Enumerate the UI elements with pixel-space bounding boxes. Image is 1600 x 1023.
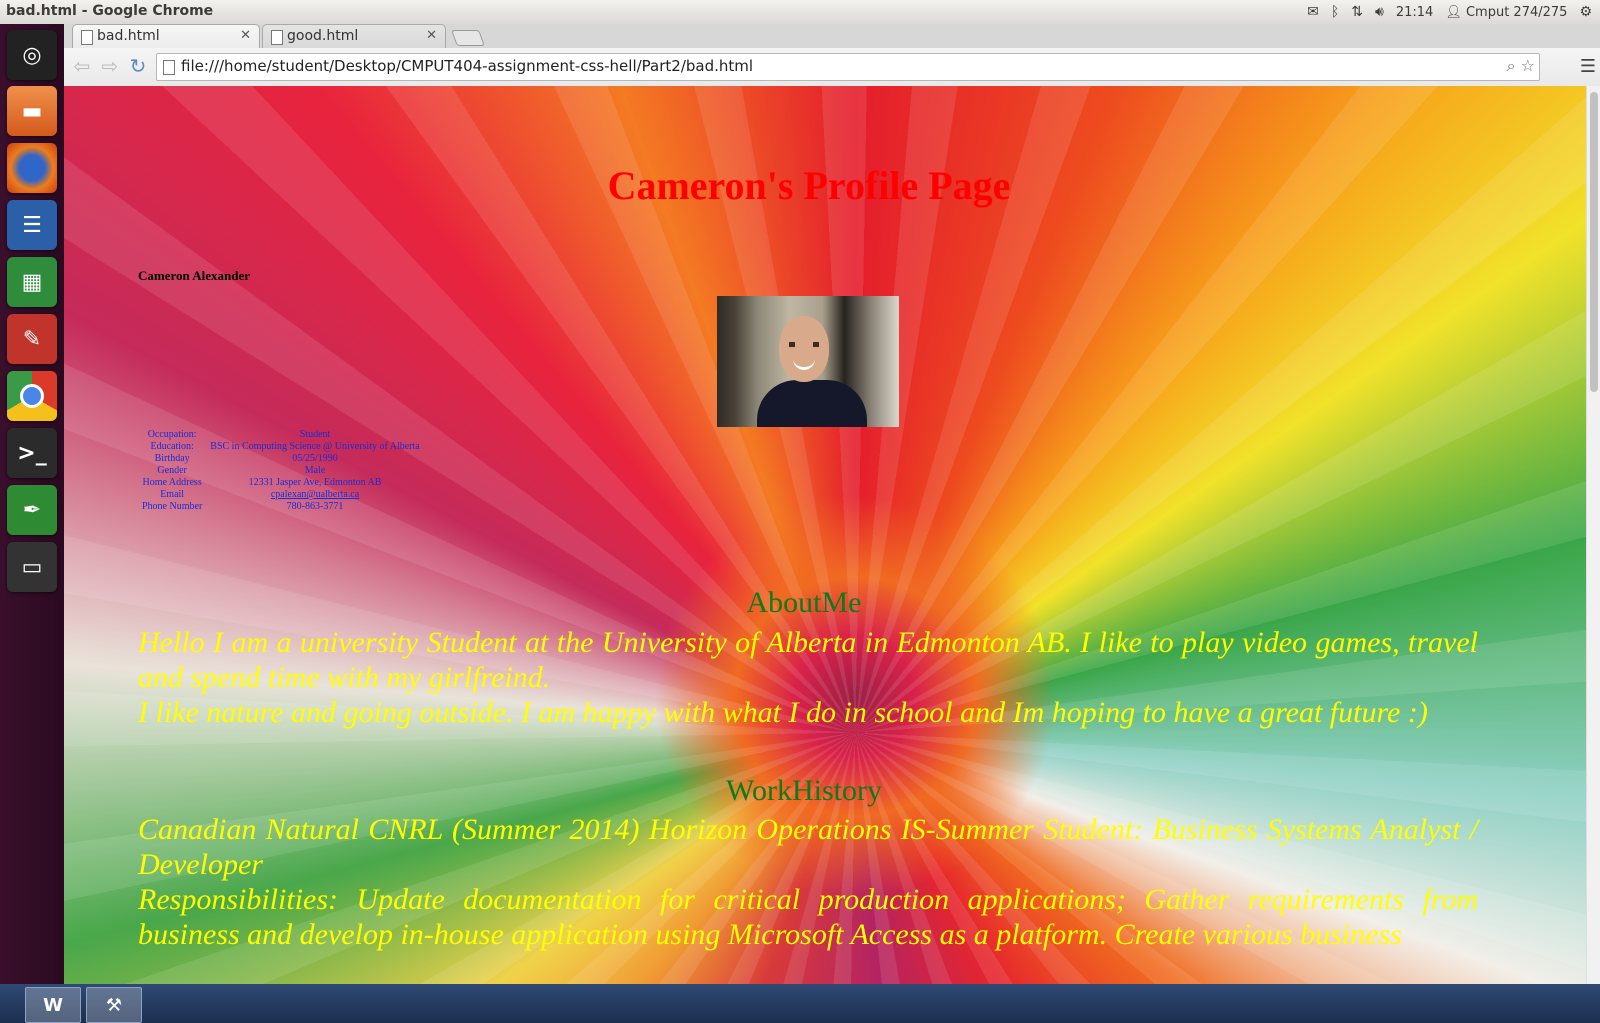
- table-row: Education: BSC in Computing Science @ Uni…: [138, 441, 424, 453]
- app-window-icon[interactable]: ⚒: [86, 987, 142, 1023]
- table-row: Email cpalexan@ualberta.ca: [138, 489, 424, 501]
- mail-icon[interactable]: ✉: [1307, 4, 1319, 20]
- email-link[interactable]: cpalexan@ualberta.ca: [271, 489, 359, 500]
- table-row: Phone Number 780-863-3771: [138, 501, 424, 513]
- chrome-icon[interactable]: [7, 371, 57, 421]
- forward-arrow-icon[interactable]: ⇨: [98, 54, 122, 78]
- scrollbar-thumb[interactable]: [1590, 92, 1598, 392]
- info-label: Email: [160, 489, 185, 500]
- tab-bad-html[interactable]: bad.html ✕: [72, 24, 260, 49]
- reload-icon[interactable]: ↻: [126, 54, 150, 78]
- close-icon[interactable]: ✕: [240, 28, 251, 43]
- info-value: 780-863-3771: [286, 501, 344, 512]
- back-arrow-icon[interactable]: ⇦: [70, 54, 94, 78]
- volume-icon[interactable]: 🔊︎: [1375, 4, 1384, 20]
- search-icon[interactable]: ⌕: [1507, 56, 1516, 75]
- vertical-scrollbar[interactable]: [1586, 86, 1600, 984]
- page-icon: [271, 30, 283, 45]
- info-label: Occupation:: [147, 429, 197, 440]
- tab-label: bad.html: [97, 28, 160, 44]
- page-icon: [163, 60, 175, 75]
- work-paragraph: Responsibilities: Update documentation f…: [138, 883, 1478, 951]
- calc-spreadsheet-icon[interactable]: ▦: [7, 257, 57, 307]
- address-bar[interactable]: file:///home/student/Desktop/CMPUT404-as…: [156, 53, 1540, 81]
- profile-name: Cameron Alexander: [138, 268, 251, 283]
- url-text[interactable]: file:///home/student/Desktop/CMPUT404-as…: [181, 57, 753, 75]
- about-heading: AboutMe: [746, 586, 862, 619]
- info-label: Phone Number: [142, 501, 203, 512]
- work-history-text: Canadian Natural CNRL (Summer 2014) Hori…: [138, 812, 1478, 952]
- user-icon: 👤︎: [1445, 4, 1462, 20]
- firefox-icon[interactable]: [7, 143, 57, 193]
- work-paragraph: Canadian Natural CNRL (Summer 2014) Hori…: [138, 813, 1478, 881]
- browser-toolbar: ⇦ ⇨ ↻ file:///home/student/Desktop/CMPUT…: [64, 48, 1600, 87]
- close-icon[interactable]: ✕: [426, 28, 437, 43]
- system-settings-icon[interactable]: ✎: [7, 314, 57, 364]
- window-title: bad.html - Google Chrome: [6, 3, 214, 19]
- system-tray: ✉ ᛒ ⇅ 🔊︎ 21:14 👤︎ Cmput 274/275 ⚙: [1307, 0, 1592, 24]
- user-menu[interactable]: 👤︎ Cmput 274/275: [1445, 5, 1567, 20]
- about-paragraph: I like nature and going outside. I am ha…: [138, 696, 1428, 729]
- bookmark-star-icon[interactable]: ☆: [1521, 56, 1535, 75]
- taskbar: W ⚒: [0, 984, 1600, 1023]
- table-row: Home Address 12331 Jasper Ave, Edmonton A…: [138, 477, 424, 489]
- table-row: Birthday 05/25/1990: [138, 453, 424, 465]
- new-tab-button[interactable]: [451, 30, 485, 46]
- network-icon[interactable]: ⇅: [1351, 4, 1363, 20]
- terminal-icon[interactable]: >_: [7, 428, 57, 478]
- profile-info-table: Occupation: Student Education: BSC in Comp…: [138, 429, 424, 513]
- photo-shirt: [757, 380, 867, 427]
- top-panel: bad.html - Google Chrome ✉ ᛒ ⇅ 🔊︎ 21:14 …: [0, 0, 1600, 25]
- tab-strip: bad.html ✕ good.html ✕: [64, 24, 1600, 49]
- dash-home-icon[interactable]: ◎: [7, 30, 57, 80]
- about-text: Hello I am a university Student at the U…: [138, 625, 1478, 730]
- page-icon: [81, 30, 93, 45]
- info-value: Male: [304, 465, 326, 476]
- omnibox-icons: ⌕ ☆: [1507, 56, 1535, 76]
- chrome-window: bad.html ✕ good.html ✕ ⇦ ⇨ ↻ file:///hom…: [64, 24, 1600, 984]
- settings-gear-icon[interactable]: ⚙: [1579, 4, 1592, 20]
- info-label: Gender: [157, 465, 187, 476]
- info-label: Birthday: [154, 453, 190, 464]
- table-row: Occupation: Student: [138, 429, 424, 441]
- work-history-heading: WorkHistory: [726, 774, 882, 807]
- info-label: Home Address: [142, 477, 202, 488]
- table-row: Gender Male: [138, 465, 424, 477]
- profile-photo: [717, 296, 899, 427]
- files-folder-icon[interactable]: ▬: [7, 86, 57, 136]
- info-value: BSC in Computing Science @ University of…: [210, 441, 420, 452]
- tab-label: good.html: [287, 28, 359, 44]
- info-label: Education:: [150, 441, 194, 452]
- info-value: 05/25/1990: [292, 453, 338, 464]
- workspace-switcher-icon[interactable]: ▭: [7, 542, 57, 592]
- page-viewport: Cameron's Profile Page Cameron Alexander…: [64, 86, 1586, 984]
- page-title: Cameron's Profile Page: [607, 163, 1011, 208]
- chrome-menu-icon[interactable]: ☰: [1580, 56, 1596, 77]
- word-document-icon[interactable]: W: [25, 987, 81, 1023]
- writer-document-icon[interactable]: ☰: [7, 200, 57, 250]
- inkscape-feather-icon[interactable]: ✒: [7, 485, 57, 535]
- user-name: Cmput 274/275: [1465, 4, 1568, 20]
- info-value: 12331 Jasper Ave, Edmonton AB: [248, 477, 382, 488]
- about-paragraph: Hello I am a university Student at the U…: [138, 626, 1478, 694]
- launcher: ◎ ▬ ☰ ▦ ✎ >_ ✒ ▭: [0, 24, 64, 984]
- bluetooth-icon[interactable]: ᛒ: [1331, 4, 1339, 20]
- photo-face: [779, 316, 829, 382]
- tab-good-html[interactable]: good.html ✕: [262, 24, 446, 49]
- info-value: Student: [299, 429, 331, 440]
- photo-eyes: [789, 342, 819, 347]
- clock[interactable]: 21:14: [1396, 5, 1433, 20]
